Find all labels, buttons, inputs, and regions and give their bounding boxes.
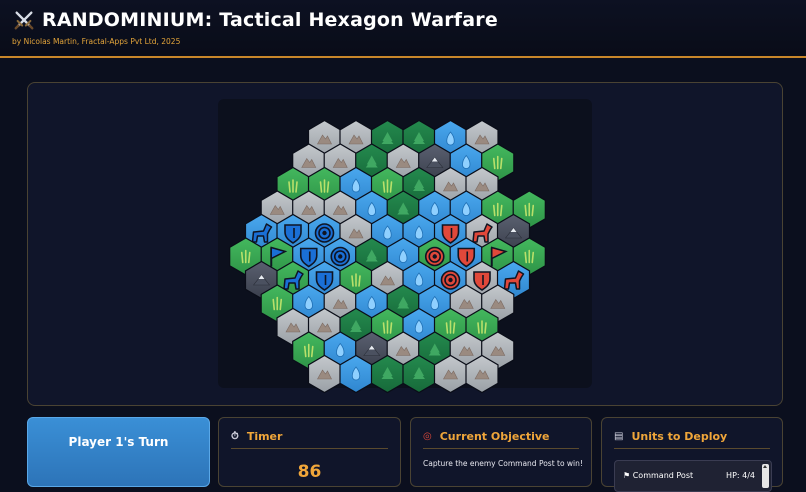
header-bar: RANDOMINIUM: Tactical Hexagon Warfare by… — [0, 0, 806, 58]
deploy-unit-name: Command Post — [632, 471, 694, 480]
stopwatch-icon: ⏱ — [231, 431, 239, 442]
timer-title-text: Timer — [246, 430, 283, 443]
deploy-unit-item[interactable]: ⚑ Command Post HP: 4/4 — [623, 471, 755, 480]
divider — [231, 448, 388, 449]
deploy-unit-name-group: ⚑ Command Post — [623, 471, 693, 480]
turn-label: Player 1's Turn — [68, 435, 169, 449]
objective-card: ◎ Current Objective Capture the enemy Co… — [410, 417, 592, 487]
objective-title-text: Current Objective — [439, 430, 550, 443]
flag-icon: ⚑ — [623, 471, 631, 480]
timer-title: ⏱ Timer — [231, 430, 282, 443]
deploy-card: ▤ Units to Deploy ⚑ Command Post HP: 4/4 — [601, 417, 783, 492]
target-icon: ◎ — [423, 431, 432, 442]
divider — [423, 448, 579, 449]
timer-card: ⏱ Timer 86 — [218, 417, 401, 487]
objective-text: Capture the enemy Command Post to win! — [423, 459, 583, 468]
target-center-icon — [338, 254, 343, 259]
deploy-unit-hp: HP: 4/4 — [726, 471, 755, 480]
scroll-up-arrow[interactable] — [763, 465, 767, 468]
divider — [614, 448, 770, 449]
deploy-list[interactable]: ⚑ Command Post HP: 4/4 — [614, 460, 772, 492]
crossed-swords-icon — [14, 11, 34, 30]
byline: by Nicolas Martin, Fractal-Apps Pvt Ltd,… — [12, 37, 181, 46]
timer-value: 86 — [297, 462, 322, 482]
target-center-icon — [432, 254, 437, 259]
scroll-icon: ▤ — [614, 431, 624, 442]
target-center-icon — [448, 277, 453, 283]
deploy-title-text: Units to Deploy — [631, 430, 728, 443]
title-row: RANDOMINIUM: Tactical Hexagon Warfare — [13, 9, 498, 31]
scrollbar[interactable] — [762, 464, 769, 488]
target-center-icon — [322, 230, 327, 236]
objective-title: ◎ Current Objective — [423, 430, 550, 443]
turn-indicator: Player 1's Turn — [27, 417, 210, 487]
deploy-title: ▤ Units to Deploy — [614, 430, 727, 443]
page-title: RANDOMINIUM: Tactical Hexagon Warfare — [42, 9, 498, 31]
